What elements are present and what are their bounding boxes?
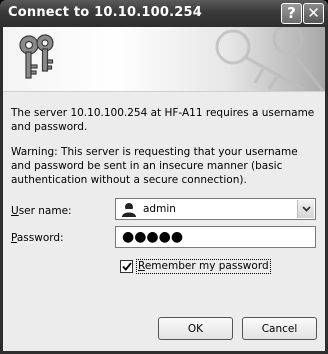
title-bar[interactable]: Connect to 10.10.100.254 ? ✕ <box>0 0 328 27</box>
chevron-down-icon <box>301 206 311 212</box>
password-label: Password: <box>11 232 64 244</box>
keys-icon <box>19 34 54 79</box>
password-field[interactable]: ●●●●● <box>115 226 316 248</box>
warning-message: Warning: This server is requesting that … <box>11 146 298 186</box>
user-icon <box>122 203 136 217</box>
banner <box>3 27 325 92</box>
dialog-body: The server 10.10.100.254 at HF-A11 requi… <box>3 27 325 351</box>
username-label: User name: <box>11 205 72 217</box>
username-label-mnemonic: U <box>11 205 19 217</box>
remember-label-text: emember my password <box>144 260 269 272</box>
help-icon: ? <box>287 4 296 22</box>
username-combobox[interactable]: admin <box>115 198 316 220</box>
ok-button[interactable]: OK <box>158 317 233 340</box>
remember-password-label[interactable]: Remember my password <box>136 259 271 274</box>
remember-password-checkbox[interactable] <box>120 260 133 273</box>
dialog-title: Connect to 10.10.100.254 <box>8 5 202 20</box>
close-button[interactable]: ✕ <box>303 3 324 24</box>
login-dialog: Connect to 10.10.100.254 ? ✕ The server … <box>0 0 328 354</box>
username-dropdown-button[interactable] <box>297 200 314 218</box>
username-label-text: ser name: <box>18 205 72 217</box>
password-value: ●●●●● <box>122 229 184 245</box>
cancel-button[interactable]: Cancel <box>242 317 317 340</box>
password-label-text: assword: <box>16 232 64 244</box>
help-button[interactable]: ? <box>281 3 302 24</box>
close-icon: ✕ <box>307 4 320 22</box>
banner-keys-watermark-icon <box>215 27 325 91</box>
remember-label-mnemonic: R <box>138 260 145 272</box>
checkmark-icon <box>121 262 132 271</box>
username-value: admin <box>143 203 176 215</box>
server-message: The server 10.10.100.254 at HF-A11 requi… <box>11 107 315 133</box>
